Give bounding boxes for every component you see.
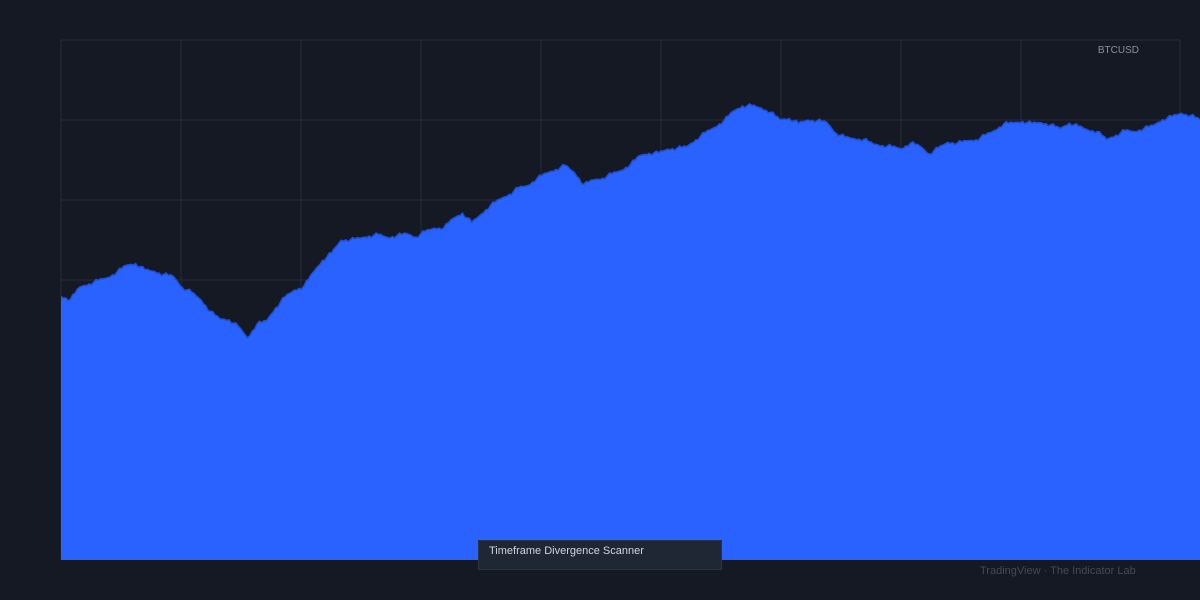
area-series — [60, 102, 1200, 561]
indicator-name-tag[interactable]: Timeframe Divergence Scanner — [478, 540, 722, 570]
watermark: TradingView · The Indicator Lab — [980, 565, 1136, 577]
area-chart — [60, 39, 1200, 561]
symbol-label: BTCUSD — [1097, 45, 1139, 56]
chart-panel: BTCUSD Timeframe Divergence Scanner Trad… — [0, 0, 1200, 600]
price-area-fill — [61, 103, 1200, 561]
indicator-name-text: Timeframe Divergence Scanner — [489, 545, 644, 557]
